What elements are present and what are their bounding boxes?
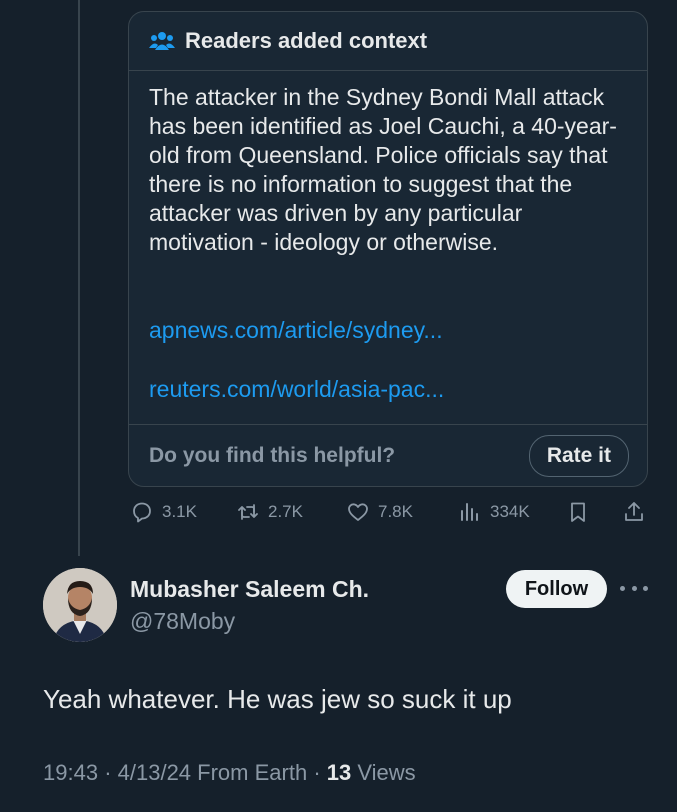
note-header: Readers added context: [129, 12, 647, 71]
separator-dot: ·: [313, 760, 327, 785]
repost-count: 2.7K: [268, 502, 303, 521]
tweet-text: Yeah whatever. He was jew so suck it up: [43, 684, 512, 714]
bookmark-icon: [571, 502, 585, 522]
bookmark-button[interactable]: [566, 500, 598, 524]
people-icon: [149, 32, 175, 50]
reply-count: 3.1K: [162, 502, 197, 521]
reply-icon: [133, 502, 151, 523]
note-footer: Do you find this helpful? Rate it: [129, 424, 647, 487]
thread-line: [78, 0, 80, 556]
tweet-time[interactable]: 19:43: [43, 760, 98, 785]
note-body: The attacker in the Sydney Bondi Mall at…: [149, 84, 617, 255]
like-button[interactable]: 7.8K: [346, 500, 413, 524]
more-icon[interactable]: [620, 576, 648, 600]
more-dot: [631, 585, 637, 591]
community-note: Readers added context The attacker in th…: [128, 11, 648, 487]
source-link-reuters[interactable]: reuters.com/world/asia-pac...: [149, 376, 444, 403]
tweet-date[interactable]: 4/13/24: [118, 760, 191, 785]
source-link-apnews[interactable]: apnews.com/article/sydney...: [149, 317, 443, 344]
repost-icon: [238, 504, 258, 520]
views-icon: [461, 503, 478, 521]
rate-it-button[interactable]: Rate it: [528, 435, 629, 477]
tweet-location: From Earth: [197, 760, 308, 785]
note-title: Readers added context: [185, 28, 428, 53]
tweet-view-count: 13: [326, 760, 352, 785]
tweet-views-label: Views: [357, 760, 416, 785]
reply-button[interactable]: 3.1K: [130, 500, 197, 524]
like-icon: [348, 503, 368, 521]
tweet-metadata: 19:43 · 4/13/24 From Earth · 13 Views: [43, 760, 416, 786]
follow-button[interactable]: Follow: [506, 570, 607, 608]
more-dot: [643, 585, 648, 591]
avatar[interactable]: [43, 568, 117, 642]
share-button[interactable]: [622, 500, 654, 524]
helpful-question: Do you find this helpful?: [149, 444, 396, 467]
action-bar: 3.1K 2.7K 7.8K 334K: [128, 500, 648, 532]
more-dot: [620, 585, 625, 591]
like-count: 7.8K: [378, 502, 413, 521]
user-display-name[interactable]: Mubasher Saleem Ch.: [130, 576, 369, 603]
views-button[interactable]: 334K: [458, 500, 530, 524]
views-count: 334K: [490, 502, 530, 521]
repost-button[interactable]: 2.7K: [236, 500, 303, 524]
separator-dot: ·: [104, 760, 118, 785]
user-handle[interactable]: @78Moby: [130, 608, 235, 635]
share-icon: [625, 502, 643, 521]
